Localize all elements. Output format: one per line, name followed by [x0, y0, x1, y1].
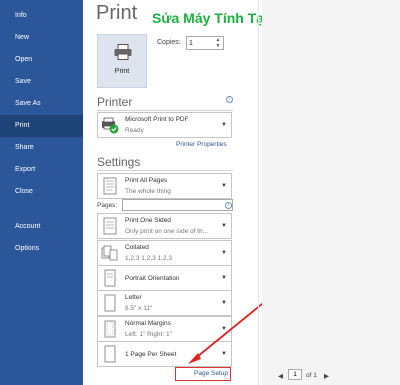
margins-dropdown[interactable]: Normal Margins Left: 1" Right: 1" ▼	[97, 316, 232, 342]
chevron-down-icon: ▼	[221, 183, 227, 189]
prev-page-icon[interactable]: ◀	[278, 372, 283, 380]
print-preview-pane	[262, 0, 400, 385]
settings-heading: Settings	[97, 155, 141, 169]
pages-label: Pages:	[97, 202, 118, 209]
sheet-icon	[104, 345, 116, 363]
paper-size-dropdown[interactable]: Letter 8.5" x 11" ▼	[97, 290, 232, 316]
sides-subtitle: Only print on one side of th...	[125, 228, 209, 235]
pages-per-sheet-dropdown[interactable]: 1 Page Per Sheet ▼	[97, 341, 232, 367]
nav-item-close[interactable]: Close	[0, 181, 83, 203]
margins-icon	[104, 320, 116, 338]
nav-item-save-as[interactable]: Save As	[0, 93, 83, 115]
printer-name: Microsoft Print to PDF	[125, 116, 189, 123]
next-page-icon[interactable]: ▶	[324, 372, 329, 380]
copies-stepper[interactable]: ▲ ▼	[186, 36, 224, 50]
collation-title: Collated	[125, 244, 149, 251]
pages-icon	[103, 177, 117, 195]
printer-properties-link[interactable]: Printer Properties	[176, 141, 227, 148]
collated-icon	[101, 245, 118, 261]
printer-ready-icon	[102, 117, 119, 134]
divider	[97, 110, 233, 111]
print-range-dropdown[interactable]: Print All Pages The whole thing ▼	[97, 173, 232, 199]
one-sided-icon	[103, 217, 117, 235]
sides-dropdown[interactable]: Print One Sided Only print on one side o…	[97, 213, 232, 239]
print-button-label: Print	[114, 68, 130, 75]
paper-size-title: Letter	[125, 294, 142, 301]
nav-item-options[interactable]: Options	[0, 238, 83, 260]
info-icon[interactable]: i	[225, 202, 232, 209]
margins-subtitle: Left: 1" Right: 1"	[125, 331, 172, 338]
page-setup-link[interactable]: Page Setup	[194, 370, 228, 377]
print-range-subtitle: The whole thing	[125, 188, 171, 195]
chevron-down-icon: ▼	[221, 250, 227, 256]
nav-item-export[interactable]: Export	[0, 159, 83, 181]
chevron-down-icon: ▼	[221, 326, 227, 332]
chevron-down-icon: ▼	[221, 275, 227, 281]
copies-input[interactable]	[189, 38, 209, 49]
collation-subtitle: 1,2,3 1,2,3 1,2,3	[125, 255, 172, 262]
pages-input[interactable]	[122, 199, 233, 211]
pages-per-sheet-title: 1 Page Per Sheet	[125, 351, 177, 358]
printer-heading: Printer	[97, 95, 133, 109]
info-icon[interactable]: i	[226, 96, 233, 103]
nav-item-save[interactable]: Save	[0, 71, 83, 93]
collation-dropdown[interactable]: Collated 1,2,3 1,2,3 1,2,3 ▼	[97, 240, 232, 266]
nav-item-share[interactable]: Share	[0, 137, 83, 159]
page-title: Print	[96, 2, 138, 24]
copies-label: Copies:	[157, 39, 181, 46]
orientation-dropdown[interactable]: Portrait Orientation ▼	[97, 265, 232, 291]
pane-divider	[258, 0, 259, 385]
page-count-label: of 1	[306, 372, 317, 379]
nav-item-info[interactable]: Info	[0, 5, 83, 27]
margins-title: Normal Margins	[125, 320, 171, 327]
printer-dropdown[interactable]: Microsoft Print to PDF Ready ▼	[97, 112, 232, 138]
chevron-down-icon: ▼	[221, 351, 227, 357]
portrait-icon	[104, 269, 116, 287]
paper-size-subtitle: 8.5" x 11"	[125, 305, 153, 312]
nav-item-account[interactable]: Account	[0, 216, 83, 238]
backstage-sidebar: Info New Open Save Save As Print Share E…	[0, 0, 83, 385]
printer-status: Ready	[125, 127, 144, 134]
orientation-title: Portrait Orientation	[125, 275, 180, 282]
paper-icon	[104, 294, 116, 312]
nav-item-open[interactable]: Open	[0, 49, 83, 71]
divider	[97, 170, 233, 171]
printer-icon	[114, 44, 132, 60]
print-button[interactable]: Print	[97, 34, 147, 88]
chevron-down-icon: ▼	[221, 122, 227, 128]
copies-down-icon[interactable]: ▼	[214, 43, 222, 49]
sides-title: Print One Sided	[125, 217, 171, 224]
page-number-input[interactable]	[288, 369, 302, 380]
print-range-title: Print All Pages	[125, 177, 168, 184]
nav-item-new[interactable]: New	[0, 27, 83, 49]
chevron-down-icon: ▼	[221, 223, 227, 229]
chevron-down-icon: ▼	[221, 300, 227, 306]
nav-item-print[interactable]: Print	[0, 115, 83, 137]
